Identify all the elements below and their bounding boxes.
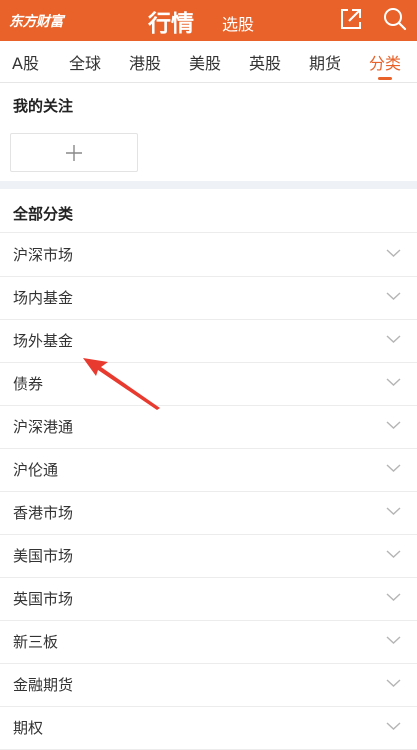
app-logo: 东方财富 [9,14,64,30]
category-row[interactable]: 英国市场 [0,577,417,621]
category-row[interactable]: 沪深市场 [0,233,417,277]
category-label: 期权 [13,719,44,737]
stock-picker-tab[interactable]: 选股 [222,11,254,35]
plus-icon [66,145,82,161]
chevron-down-icon [386,636,401,644]
category-row[interactable]: 金融期货 [0,663,417,707]
chevron-down-icon [386,335,401,343]
category-label: 沪深市场 [13,246,74,264]
category-label: 场内基金 [13,289,74,307]
tab-futures[interactable]: 期货 [309,50,341,74]
chevron-down-icon [386,249,401,257]
category-label: 美国市场 [13,547,74,565]
category-label: 新三板 [13,633,59,651]
tab-us-stocks[interactable]: 美股 [189,50,221,74]
tab-a-shares[interactable]: A股 [12,50,39,74]
category-label: 沪深港通 [13,418,74,436]
watchlist-title: 我的关注 [13,97,74,115]
page-title[interactable]: 行情 [148,4,194,38]
category-label: 债券 [13,375,44,393]
category-label: 英国市场 [13,590,74,608]
search-icon[interactable] [382,6,408,32]
category-label: 金融期货 [13,676,74,694]
chevron-down-icon [386,421,401,429]
chevron-down-icon [386,593,401,601]
category-row[interactable]: 债券 [0,362,417,406]
tab-uk-stocks[interactable]: 英股 [249,50,281,74]
top-bar: 东方财富 行情 选股 [0,0,417,41]
category-label: 香港市场 [13,504,74,522]
category-row[interactable]: 场外基金 [0,319,417,363]
category-row[interactable]: 期权 [0,706,417,750]
tab-global[interactable]: 全球 [69,50,101,74]
category-row[interactable]: 美国市场 [0,534,417,578]
chevron-down-icon [386,464,401,472]
chevron-down-icon [386,722,401,730]
category-row[interactable]: 场内基金 [0,276,417,320]
category-row[interactable]: 香港市场 [0,491,417,535]
tab-hk-stocks[interactable]: 港股 [129,50,161,74]
active-tab-indicator [378,77,392,80]
chevron-down-icon [386,550,401,558]
chevron-down-icon [386,679,401,687]
categories-title: 全部分类 [13,205,74,223]
category-row[interactable]: 沪深港通 [0,405,417,449]
category-label: 沪伦通 [13,461,59,479]
add-watchlist-button[interactable] [10,133,138,172]
section-separator [0,181,417,189]
category-row[interactable]: 沪伦通 [0,448,417,492]
category-label: 场外基金 [13,332,74,350]
chevron-down-icon [386,292,401,300]
category-row[interactable]: 新三板 [0,620,417,664]
chevron-down-icon [386,507,401,515]
market-tabs: A股 全球 港股 美股 英股 期货 分类 [0,41,417,83]
chevron-down-icon [386,378,401,386]
share-icon[interactable] [338,6,364,32]
tab-categories[interactable]: 分类 [369,50,401,74]
